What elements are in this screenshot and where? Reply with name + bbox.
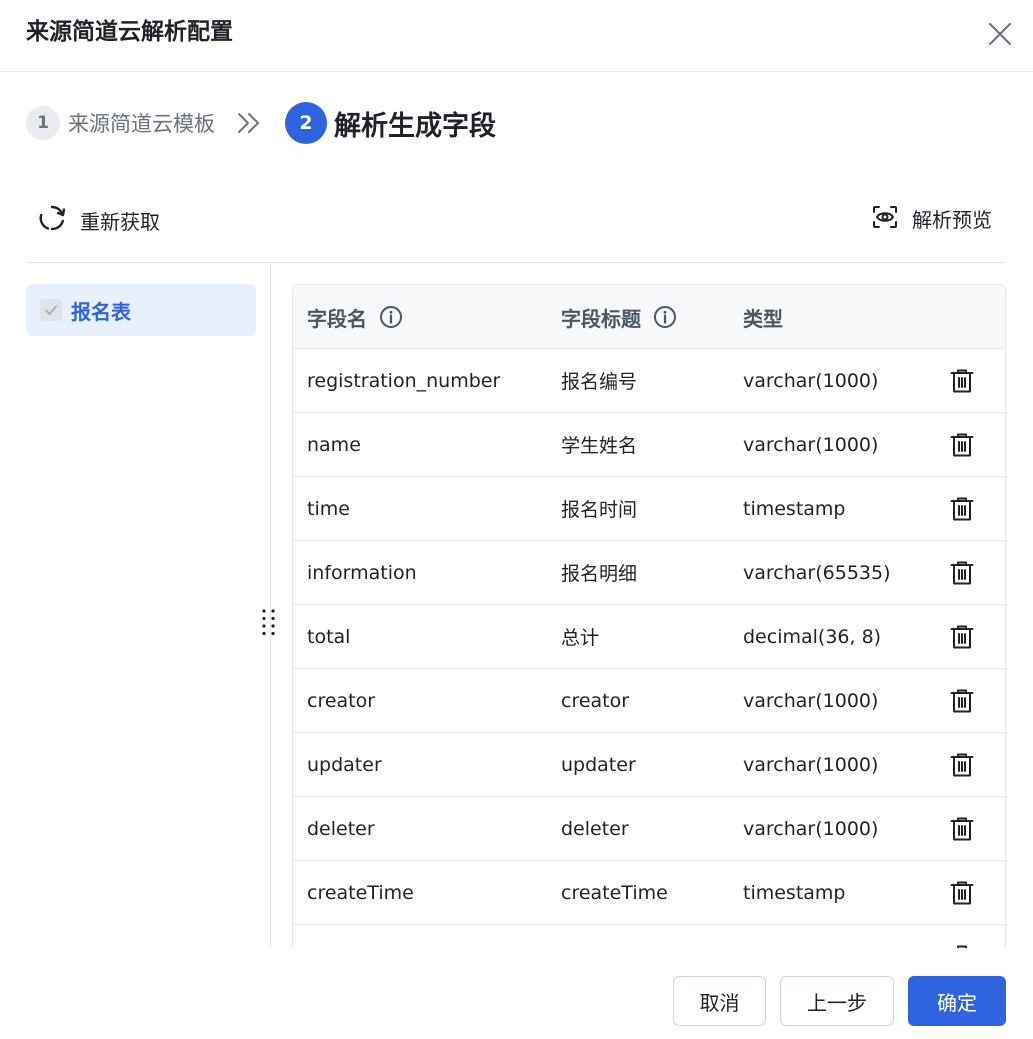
table-row: information 报名明细 varchar(65535) xyxy=(293,541,1005,605)
trash-icon[interactable] xyxy=(947,861,977,924)
dialog-title: 来源简道云解析配置 xyxy=(26,19,233,45)
fields-table: 字段名 字段标题 类型 registration_number 报名编号 var… xyxy=(292,284,1006,948)
table-row: creator creator varchar(1000) xyxy=(293,669,1005,733)
toolbar: 重新获取 解析预览 xyxy=(26,196,1006,244)
info-icon[interactable] xyxy=(653,305,677,329)
table-row: createTime createTime timestamp xyxy=(293,861,1005,925)
refresh-label: 重新获取 xyxy=(80,209,160,234)
refresh-button[interactable]: 重新获取 xyxy=(38,204,160,236)
eye-scan-icon xyxy=(872,205,898,233)
header-field-name-label: 字段名 xyxy=(307,306,367,331)
table-row: name 学生姓名 varchar(1000) xyxy=(293,413,1005,477)
cell-field-name: creator xyxy=(307,689,376,712)
cell-field-name: createTime xyxy=(307,881,414,904)
trash-icon[interactable] xyxy=(947,605,977,668)
close-icon[interactable] xyxy=(986,20,1014,48)
trash-icon[interactable] xyxy=(947,413,977,476)
table-body: registration_number 报名编号 varchar(1000) n… xyxy=(293,349,1005,948)
table-row: registration_number 报名编号 varchar(1000) xyxy=(293,349,1005,413)
cell-field-type: timestamp xyxy=(743,497,846,520)
preview-button[interactable]: 解析预览 xyxy=(872,204,992,233)
resize-handle-icon[interactable] xyxy=(260,608,278,636)
trash-icon[interactable] xyxy=(947,349,977,412)
cell-field-name: registration_number xyxy=(307,369,501,392)
panel-divider xyxy=(270,263,271,948)
steps: 1 来源简道云模板 2 解析生成字段 xyxy=(26,102,726,144)
cell-field-type: varchar(65535) xyxy=(743,561,891,584)
cell-field-name: information xyxy=(307,561,417,584)
cell-field-title: 报名编号 xyxy=(561,371,638,393)
table-row: total 总计 decimal(36, 8) xyxy=(293,605,1005,669)
step-2[interactable]: 2 解析生成字段 xyxy=(285,102,496,144)
cancel-button[interactable]: 取消 xyxy=(673,976,766,1026)
cell-field-title: 报名明细 xyxy=(561,563,638,585)
step-1-number: 1 xyxy=(26,106,60,140)
cell-field-name: time xyxy=(307,497,350,520)
cell-field-title: 学生姓名 xyxy=(561,435,638,457)
info-icon[interactable] xyxy=(379,305,403,329)
step-1-label: 来源简道云模板 xyxy=(68,112,215,136)
cell-field-name: deleter xyxy=(307,817,375,840)
cell-field-type: decimal(36, 8) xyxy=(743,625,882,648)
cell-field-title: creator xyxy=(561,689,630,712)
table-row-partial xyxy=(293,925,1005,948)
cell-field-name: updater xyxy=(307,753,382,776)
table-header: 字段名 字段标题 类型 xyxy=(293,285,1005,349)
table-row: time 报名时间 timestamp xyxy=(293,477,1005,541)
trash-icon[interactable] xyxy=(947,477,977,540)
previous-step-button[interactable]: 上一步 xyxy=(780,976,894,1026)
double-chevron-right-icon xyxy=(236,111,262,135)
cell-field-title: 报名时间 xyxy=(561,499,638,521)
step-2-label: 解析生成字段 xyxy=(334,110,496,142)
cell-field-title: createTime xyxy=(561,881,668,904)
trash-icon[interactable] xyxy=(947,925,977,948)
refresh-icon xyxy=(38,204,66,236)
cell-field-type: timestamp xyxy=(743,881,846,904)
trash-icon[interactable] xyxy=(947,541,977,604)
trash-icon[interactable] xyxy=(947,797,977,860)
cell-field-name: total xyxy=(307,625,351,648)
cell-field-type: varchar(1000) xyxy=(743,689,879,712)
table-row: deleter deleter varchar(1000) xyxy=(293,797,1005,861)
cell-field-title: updater xyxy=(561,753,636,776)
step-1[interactable]: 1 来源简道云模板 xyxy=(26,102,215,144)
trash-icon[interactable] xyxy=(947,669,977,732)
cell-field-title: 总计 xyxy=(561,627,600,649)
dialog-header: 来源简道云解析配置 xyxy=(0,0,1033,72)
cell-field-type: varchar(1000) xyxy=(743,433,879,456)
header-field-name: 字段名 xyxy=(307,285,403,349)
check-icon xyxy=(45,305,57,315)
header-field-title-label: 字段标题 xyxy=(561,306,641,331)
confirm-button[interactable]: 确定 xyxy=(908,976,1006,1026)
sheet-checkbox[interactable] xyxy=(40,299,62,321)
sheet-item[interactable]: 报名表 xyxy=(26,284,256,336)
cell-field-title: deleter xyxy=(561,817,629,840)
config-dialog: 来源简道云解析配置 1 来源简道云模板 2 解析生成字段 重新获取 解析预览 报… xyxy=(0,0,1033,1039)
cell-field-name: name xyxy=(307,433,361,456)
header-type: 类型 xyxy=(743,306,783,331)
cell-field-type: varchar(1000) xyxy=(743,369,879,392)
table-row: updater updater varchar(1000) xyxy=(293,733,1005,797)
cell-field-type: varchar(1000) xyxy=(743,817,879,840)
preview-label: 解析预览 xyxy=(912,208,992,232)
step-2-number: 2 xyxy=(285,102,327,144)
sheet-list: 报名表 xyxy=(26,263,270,948)
sheet-item-label: 报名表 xyxy=(71,299,131,324)
header-field-title: 字段标题 xyxy=(561,285,677,349)
cell-field-type: varchar(1000) xyxy=(743,753,879,776)
trash-icon[interactable] xyxy=(947,733,977,796)
